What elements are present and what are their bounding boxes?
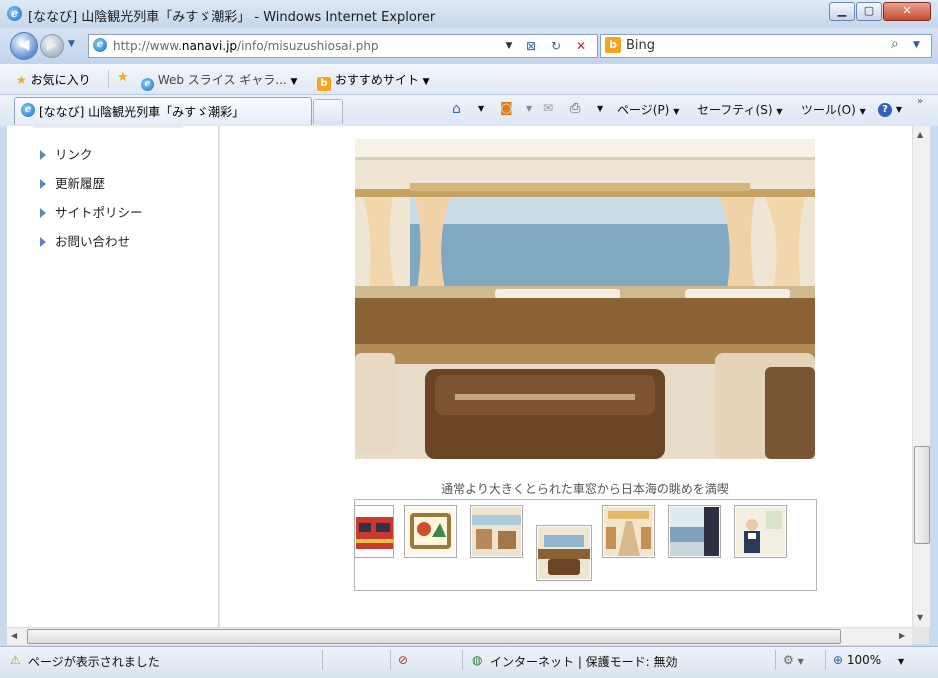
- feeds-dropdown-icon[interactable]: ▼: [526, 104, 532, 113]
- favorites-button[interactable]: ★ お気に入り: [16, 71, 91, 88]
- print-dropdown-icon[interactable]: ▼: [597, 104, 603, 113]
- thumbnail-strip: [354, 499, 817, 591]
- zoom-dropdown-icon[interactable]: ▼: [898, 657, 904, 666]
- page-menu[interactable]: ページ(P) ▼: [617, 101, 679, 118]
- warning-icon: ⚠: [10, 653, 21, 667]
- maximize-button[interactable]: ▢: [856, 2, 882, 21]
- tab-title: [ななび] 山陰観光列車「みすゞ潮彩」: [39, 105, 245, 119]
- scroll-left-icon[interactable]: ◀: [11, 631, 17, 640]
- thumbnail-interior-seats[interactable]: [470, 505, 523, 558]
- recent-pages-dropdown-icon[interactable]: ▼: [68, 39, 75, 49]
- title-bar: e [ななび] 山陰観光列車「みすゞ潮彩」 - Windows Internet…: [0, 0, 938, 28]
- address-dropdown-icon[interactable]: ▼: [501, 38, 517, 54]
- sidebar: リンク 更新履歴 サイトポリシー お問い合わせ: [7, 126, 220, 627]
- horizontal-scrollbar[interactable]: ◀ ▶: [7, 627, 912, 645]
- address-url[interactable]: http://www.nanavi.jp/info/misuzushiosai.…: [113, 39, 379, 53]
- sidebar-item-history[interactable]: 更新履歴: [40, 173, 105, 193]
- suggested-sites-link[interactable]: b おすすめサイト ▼: [317, 71, 430, 91]
- home-icon[interactable]: ⌂: [452, 101, 461, 117]
- compatibility-view-icon[interactable]: ⊠: [523, 38, 539, 54]
- zoom-control[interactable]: ⊕ 100%: [833, 653, 881, 667]
- popup-blocker-icon[interactable]: ⊘: [398, 653, 408, 667]
- main-photo: [355, 139, 815, 459]
- safety-menu[interactable]: セーフティ(S) ▼: [697, 101, 783, 118]
- window-title: [ななび] 山陰観光列車「みすゞ潮彩」 - Windows Internet E…: [28, 10, 436, 25]
- status-text: ページが表示されました: [28, 655, 160, 669]
- sidebar-item-policy[interactable]: サイトポリシー: [40, 202, 143, 222]
- divider: [825, 650, 826, 670]
- stop-icon[interactable]: ✕: [573, 38, 589, 54]
- scroll-down-icon[interactable]: ▼: [917, 613, 923, 622]
- refresh-icon[interactable]: ↻: [548, 38, 564, 54]
- thumbnail-window-seat[interactable]: [536, 525, 592, 581]
- divider: [322, 650, 323, 670]
- web-slice-gallery-link[interactable]: e Web スライス ギャラ... ▼: [141, 71, 297, 91]
- arrow-icon: [40, 208, 46, 218]
- help-menu[interactable]: ? ▼: [878, 101, 902, 117]
- search-box[interactable]: b Bing ⌕ ▼: [600, 34, 932, 58]
- search-icon[interactable]: ⌕: [891, 36, 899, 52]
- feeds-icon[interactable]: ◙: [500, 101, 513, 116]
- divider: [108, 70, 109, 88]
- tab-current[interactable]: e [ななび] 山陰観光列車「みすゞ潮彩」: [14, 97, 312, 125]
- sidebar-item-links[interactable]: リンク: [40, 144, 93, 164]
- help-icon: ?: [878, 103, 892, 117]
- status-bar: ⚠ ページが表示されました ⊘ ◍ インターネット | 保護モード: 無効 ⚙ …: [0, 646, 938, 678]
- search-provider: Bing: [626, 38, 656, 53]
- horizontal-scroll-thumb[interactable]: [27, 629, 841, 644]
- arrow-icon: [40, 179, 46, 189]
- close-button[interactable]: ✕: [883, 2, 931, 21]
- page-content: リンク 更新履歴 サイトポリシー お問い合わせ 通常より大きくとられた車窓から日…: [7, 126, 912, 627]
- photo-caption: 通常より大きくとられた車窓から日本海の眺めを満喫: [441, 482, 729, 496]
- clipped-nav-item: [33, 126, 183, 128]
- forward-button[interactable]: ▶: [40, 34, 64, 58]
- scroll-corner: [912, 627, 929, 644]
- internet-zone-icon: ◍: [472, 653, 483, 667]
- thumbnail-train-exterior[interactable]: [354, 505, 394, 558]
- divider: [775, 650, 776, 670]
- arrow-icon: [40, 237, 46, 247]
- zoom-icon: ⊕: [833, 653, 844, 667]
- add-to-favorites-bar-icon[interactable]: ★: [117, 70, 129, 85]
- divider: [462, 650, 463, 670]
- more-commands-icon[interactable]: »: [917, 96, 923, 107]
- thumbnail-sea-view[interactable]: [668, 505, 721, 558]
- status-settings-icon[interactable]: ⚙ ▼: [783, 653, 804, 667]
- divider: [390, 650, 391, 670]
- print-icon[interactable]: ⎙: [570, 101, 580, 116]
- security-zone-text[interactable]: インターネット | 保護モード: 無効: [490, 653, 678, 670]
- thumbnail-train-sign[interactable]: [404, 505, 457, 558]
- back-button[interactable]: ◀: [10, 32, 38, 60]
- bing-icon: b: [605, 37, 621, 53]
- vertical-scrollbar[interactable]: ▲ ▼: [912, 126, 930, 627]
- favorites-bar: ★ お気に入り ★ e Web スライス ギャラ... ▼ b おすすめサイト …: [0, 64, 938, 95]
- ie-logo-icon: e: [7, 6, 22, 21]
- scroll-up-icon[interactable]: ▲: [917, 130, 923, 139]
- search-options-icon[interactable]: ▼: [913, 40, 920, 50]
- minimize-button[interactable]: ▁: [829, 2, 855, 21]
- thumbnail-interior-aisle[interactable]: [602, 505, 655, 558]
- new-tab-button[interactable]: [313, 99, 343, 124]
- tools-menu[interactable]: ツール(O) ▼: [801, 101, 866, 118]
- vertical-scroll-thumb[interactable]: [914, 446, 930, 544]
- scroll-right-icon[interactable]: ▶: [899, 631, 905, 640]
- arrow-icon: [40, 150, 46, 160]
- mail-icon[interactable]: ✉: [543, 101, 553, 115]
- tab-page-icon: e: [21, 103, 35, 117]
- page-icon: e: [93, 38, 107, 52]
- sidebar-item-contact[interactable]: お問い合わせ: [40, 231, 130, 251]
- home-dropdown-icon[interactable]: ▼: [478, 104, 484, 113]
- thumbnail-staff[interactable]: [734, 505, 787, 558]
- address-bar[interactable]: e http://www.nanavi.jp/info/misuzushiosa…: [88, 34, 598, 58]
- star-icon: ★: [16, 73, 27, 87]
